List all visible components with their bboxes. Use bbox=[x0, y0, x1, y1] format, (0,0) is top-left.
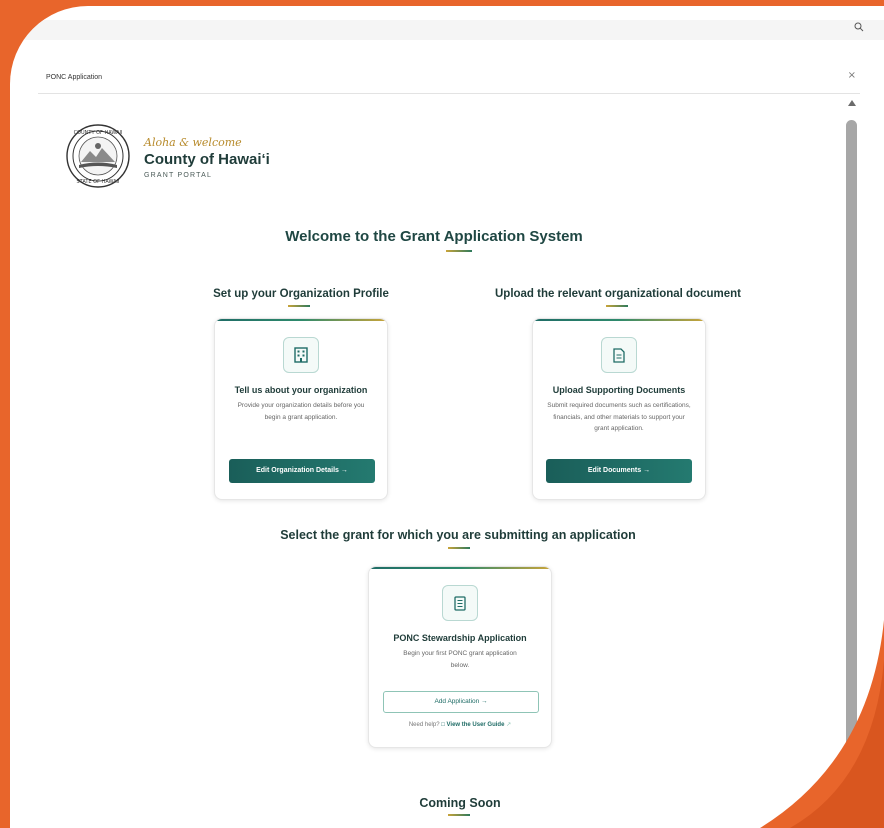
decorative-curve bbox=[760, 620, 884, 828]
